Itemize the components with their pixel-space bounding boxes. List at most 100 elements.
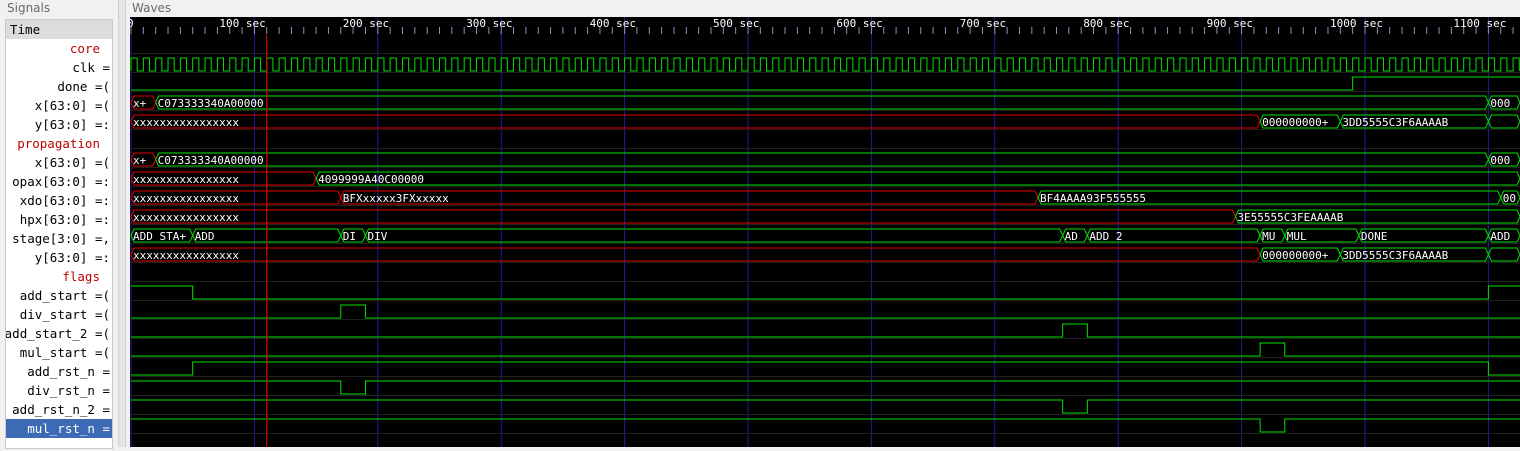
x_core-value: x+ [133,97,147,110]
signal-row-mul_rst_n[interactable]: mul_rst_n = [6,419,112,438]
signal-label: y[63:0] =: [34,117,110,132]
time-tick-label: 800 sec [1083,17,1129,30]
y_core-value: 3DD5555C3F6AAAAB [1342,116,1448,129]
signals-list[interactable]: Time core clk = done =( x[63:0] =( y[63:0] =:… [5,19,113,449]
y_prop-value: xxxxxxxxxxxxxxxx [133,249,239,262]
waveform-viewer[interactable]: 0 100 sec 200 sec 300 sec 400 sec 500 sec 600 … [127,17,1520,447]
signal-row-add_rst_n_2[interactable]: add_rst_n_2 = [6,400,112,419]
x_core-value: C073333340A00000 [158,97,264,110]
time-tick-label: 700 sec [960,17,1006,30]
stage-value: DONE [1361,230,1388,243]
time-tick-label: 900 sec [1207,17,1253,30]
opax-value: xxxxxxxxxxxxxxxx [133,173,239,186]
stage-value: ADD STA+ [133,230,186,243]
signal-label: mul_start =( [19,345,110,360]
stage-value: ADD [195,230,215,243]
y_prop-value: 000000000+ [1262,249,1329,262]
xdo-value: xxxxxxxxxxxxxxxx [133,192,239,205]
time-tick-label: 300 sec [466,17,512,30]
time-tick-label: 600 sec [836,17,882,30]
waveform-canvas[interactable]: 0 100 sec 200 sec 300 sec 400 sec 500 sec 600 … [127,17,1520,447]
stage-segment [364,228,1064,243]
signal-row-add_rst_n[interactable]: add_rst_n = [6,362,112,381]
time-tick-label: 200 sec [343,17,389,30]
signal-row-stage-3-0[interactable]: stage[3:0] =, [6,229,112,248]
x_prop-value: 000 [1490,154,1510,167]
signal-group-propagation[interactable]: propagation [6,134,112,153]
add-rst-n-2-trace [131,399,1520,414]
time-tick-label: 0 [130,17,134,30]
stage-value: MUL [1287,230,1307,243]
time-tick-label: 1000 sec [1330,17,1383,30]
time-tick-label: 500 sec [713,17,759,30]
signal-row-hpx-63-0[interactable]: hpx[63:0] =: [6,210,112,229]
signal-label: mul_rst_n = [27,421,110,436]
signal-row-div_rst_n[interactable]: div_rst_n = [6,381,112,400]
signal-row-div_start[interactable]: div_start =( [6,305,112,324]
stage-value: ADD 2 [1089,230,1122,243]
stage-value: DI [343,230,356,243]
signal-row-add_start_2[interactable]: add_start_2 =( [6,324,112,343]
signal-row-mul_start[interactable]: mul_start =( [6,343,112,362]
y_core-segment [1487,114,1520,129]
y_prop-segment [130,247,1261,262]
signal-row-x-63-0[interactable]: x[63:0] =( [6,153,112,172]
clk-trace [130,57,1520,72]
div-start-trace [131,304,1520,319]
x_prop-segment [155,152,1489,167]
opax-value: 4099999A40C00000 [318,173,424,186]
signal-label: x[63:0] =( [34,98,110,113]
y_prop-segment [1487,247,1520,262]
mul-start-trace [131,342,1520,357]
add-rst-n-trace [131,361,1520,376]
signal-label: add_start =( [19,288,110,303]
y_core-value: 000000000+ [1262,116,1329,129]
done-trace [131,76,1520,91]
stage-value: MU [1262,230,1275,243]
signal-label: propagation [17,136,100,151]
y_core-value: xxxxxxxxxxxxxxxx [133,116,239,129]
opax-segment [315,171,1520,186]
xdo-value: BF4AAAA93F555555 [1040,192,1146,205]
pane-splitter[interactable] [118,0,126,447]
signal-label: hpx[63:0] =: [19,212,110,227]
hpx-value: 3E55555C3FEAAAAB [1237,211,1343,224]
signal-label: flags [62,269,100,284]
signal-label: add_rst_n_2 = [12,402,110,417]
xdo-value: 00 [1503,192,1516,205]
signal-row-done[interactable]: done =( [6,77,112,96]
signal-label: div_start =( [19,307,110,322]
signal-row-opax-63-0[interactable]: opax[63:0] =: [6,172,112,191]
div-rst-n-trace [131,380,1520,395]
hpx-segment [130,209,1236,224]
signal-row-add_start[interactable]: add_start =( [6,286,112,305]
time-tick-label: 400 sec [590,17,636,30]
stage-value: DIV [367,230,387,243]
x_core-segment [155,95,1489,110]
signal-group-flags[interactable]: flags [6,267,112,286]
signal-row-x-63-0[interactable]: x[63:0] =( [6,96,112,115]
signals-pane: Signals Time core clk = done =( x[63:0] =( y[… [0,0,118,449]
add-start-2-trace [131,323,1520,338]
time-header[interactable]: Time [6,20,112,39]
signal-label: add_rst_n = [27,364,110,379]
time-tick-label: 100 sec [219,17,265,30]
signal-row-clk[interactable]: clk = [6,58,112,77]
time-tick-label: 1100 sec [1453,17,1506,30]
signal-row-y-63-0[interactable]: y[63:0] =: [6,115,112,134]
signal-label: done =( [57,79,110,94]
xdo-value: BFXxxxxx3FXxxxxx [343,192,449,205]
signal-row-xdo-63-0[interactable]: xdo[63:0] =: [6,191,112,210]
y_prop-value: 3DD5555C3F6AAAAB [1342,249,1448,262]
signal-row-y-63-0[interactable]: y[63:0] =: [6,248,112,267]
signal-label: Time [10,22,41,37]
signals-pane-title: Signals [7,1,51,15]
hpx-value: xxxxxxxxxxxxxxxx [133,211,239,224]
signal-group-core[interactable]: core [6,39,112,58]
signal-label: xdo[63:0] =: [19,193,110,208]
signal-label: add_start_2 =( [6,326,110,341]
signal-label: stage[3:0] =, [12,231,110,246]
mul-rst-n-trace [131,418,1520,433]
x_prop-value: x+ [133,154,147,167]
add-start-trace [131,285,1520,300]
